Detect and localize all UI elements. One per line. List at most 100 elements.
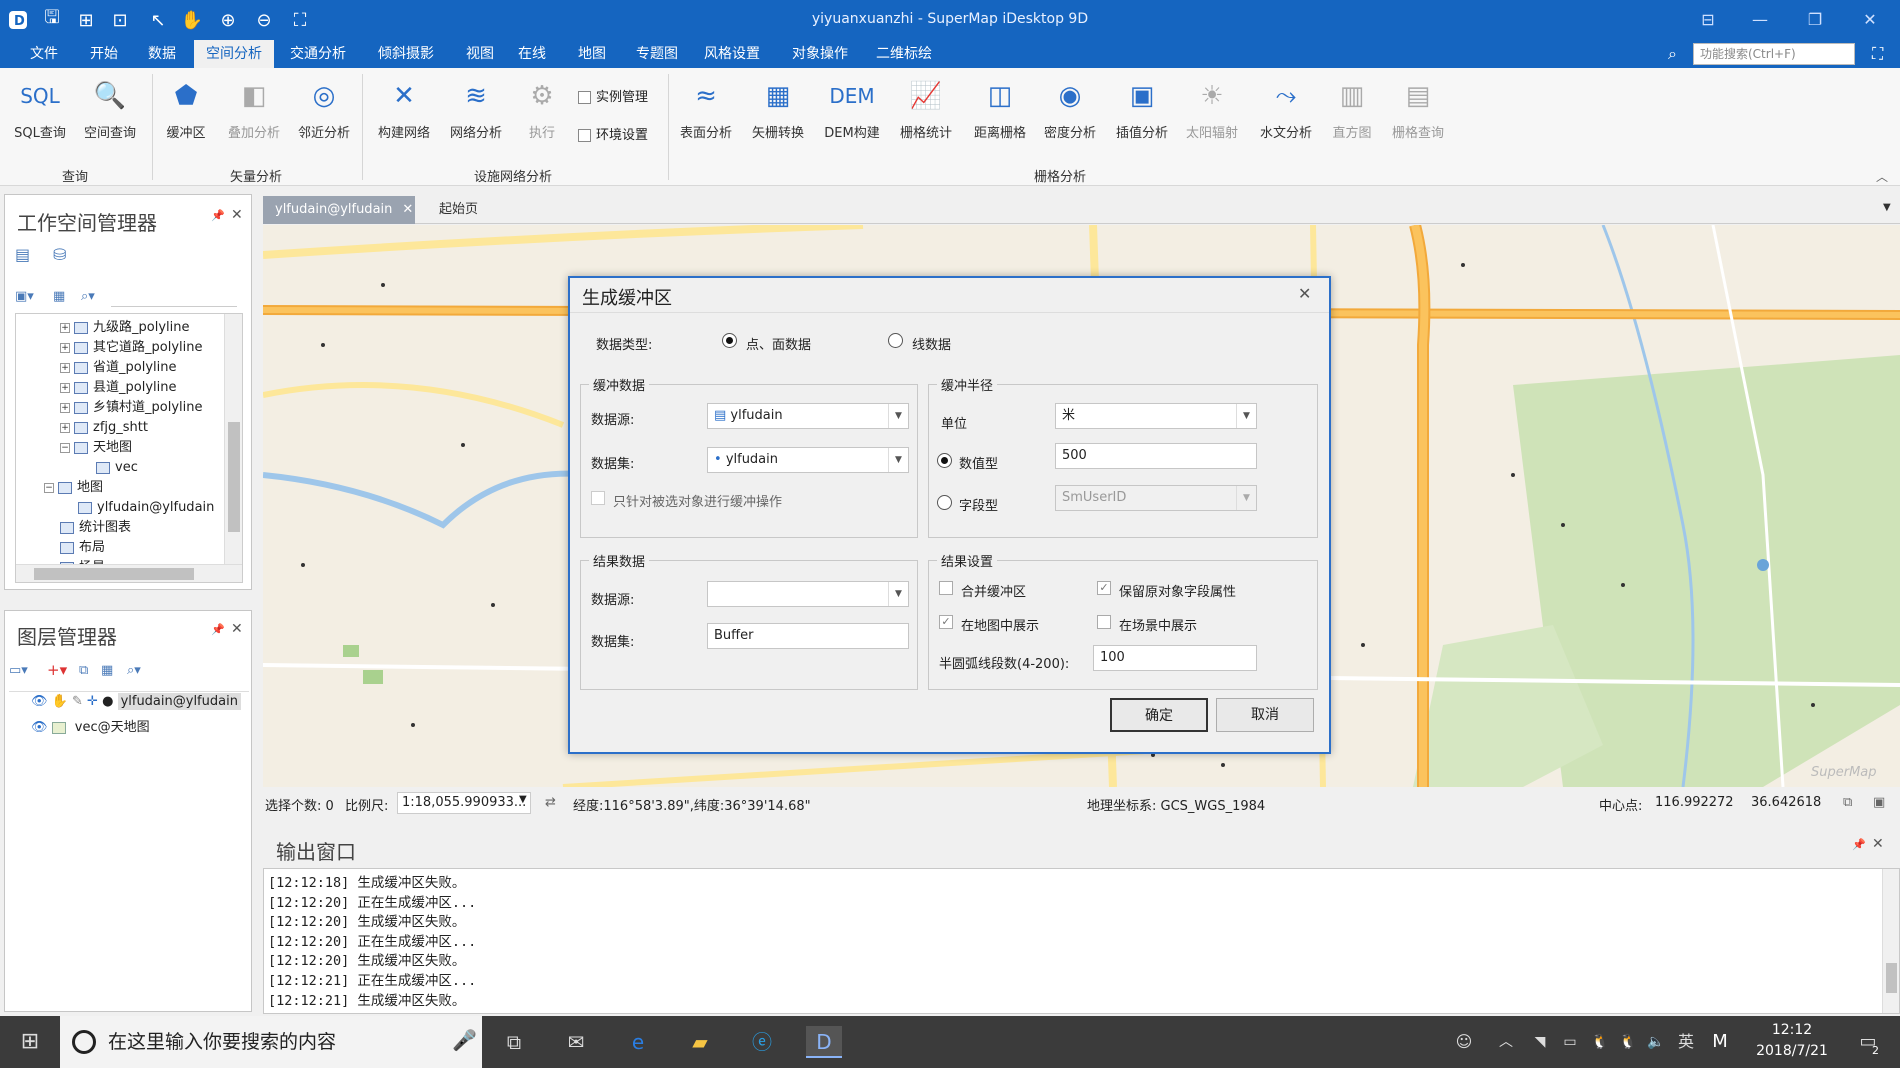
ribbon-button[interactable]: ☀ 太阳辐射: [1178, 76, 1246, 141]
ribbon-button[interactable]: ◉ 密度分析: [1036, 76, 1104, 141]
ribbon-button[interactable]: ✕ 构建网络: [370, 76, 438, 141]
ribbon-button[interactable]: ◫ 距离栅格: [966, 76, 1034, 141]
menu-item[interactable]: 地图: [566, 40, 618, 68]
copy-layer-icon[interactable]: ⧉: [79, 663, 88, 678]
taskbar-search[interactable]: 在这里输入你要搜索的内容: [60, 1016, 482, 1068]
close-output-icon[interactable]: ✕: [1872, 836, 1884, 852]
scale-dropdown-icon[interactable]: ▼: [519, 794, 527, 805]
layer-row[interactable]: 👁 ✋ ✎ ✛ ● ylfudain@ylfudain: [31, 693, 241, 710]
layer-find-icon[interactable]: ⌕▾: [127, 663, 141, 678]
open-icon[interactable]: ▣▾: [15, 289, 34, 304]
menu-item[interactable]: 风格设置: [692, 40, 772, 68]
radio-field[interactable]: [937, 495, 952, 510]
unit-select[interactable]: 米 ▼: [1055, 403, 1257, 429]
keep-fields-checkbox[interactable]: ✓: [1097, 581, 1111, 595]
menu-item[interactable]: 专题图: [624, 40, 690, 68]
ribbon-button[interactable]: DEM DEM构建: [818, 76, 886, 141]
find-icon[interactable]: ⌕▾: [81, 289, 95, 304]
show-scene-checkbox[interactable]: [1097, 615, 1111, 629]
menu-item[interactable]: 空间分析: [194, 40, 274, 68]
menu-item[interactable]: 数据: [136, 40, 188, 68]
result-dataset-input[interactable]: Buffer: [707, 623, 909, 649]
instance-manage-check[interactable]: 实例管理: [578, 86, 648, 105]
fullscreen-icon[interactable]: ⛶: [1872, 44, 1883, 64]
ribbon-button[interactable]: ≋ 网络分析: [442, 76, 510, 141]
segments-input[interactable]: 100: [1093, 645, 1257, 671]
edge-icon[interactable]: e: [620, 1026, 656, 1058]
tree-item[interactable]: 布局: [79, 540, 105, 555]
ribbon-button[interactable]: ⬟ 缓冲区: [152, 76, 220, 141]
dialog-close-icon[interactable]: ✕: [1298, 284, 1311, 303]
tree-item[interactable]: 省道_polyline: [93, 360, 176, 375]
ie-icon[interactable]: ⓔ: [744, 1026, 780, 1058]
start-icon[interactable]: ⊞: [12, 1026, 48, 1058]
layer-open-icon[interactable]: ▭▾: [9, 663, 28, 678]
menu-item[interactable]: 倾斜摄影: [366, 40, 446, 68]
tree-item[interactable]: ylfudain@ylfudain: [97, 500, 214, 515]
radio-point-region[interactable]: [722, 333, 737, 348]
radius-input[interactable]: 500: [1055, 443, 1257, 469]
merge-checkbox[interactable]: [939, 581, 953, 595]
ribbon-button[interactable]: SQL SQL查询: [6, 76, 74, 141]
env-settings-check[interactable]: 环境设置: [578, 124, 648, 143]
pin-icon[interactable]: 📌: [211, 209, 225, 222]
workspace-tab-icon[interactable]: ▤: [15, 245, 30, 264]
ok-button[interactable]: 确定: [1110, 698, 1208, 732]
tree-item[interactable]: 地图: [77, 480, 103, 495]
ribbon-button[interactable]: ▦ 矢栅转换: [744, 76, 812, 141]
menu-item[interactable]: 二维标绘: [864, 40, 944, 68]
menu-item[interactable]: 交通分析: [278, 40, 358, 68]
collapse-ribbon-icon[interactable]: ︿: [1876, 168, 1888, 185]
mic-icon[interactable]: 🎤: [452, 1028, 477, 1052]
tree-scrollbar[interactable]: [224, 314, 242, 564]
tree-item[interactable]: 县道_polyline: [93, 380, 176, 395]
people-icon[interactable]: ☺: [1446, 1026, 1482, 1058]
menu-item[interactable]: 在线: [506, 40, 558, 68]
ime-mode-icon[interactable]: M: [1702, 1026, 1738, 1058]
radio-numeric[interactable]: [937, 453, 952, 468]
ribbon-button[interactable]: 📈 栅格统计: [892, 76, 960, 141]
maximize-button[interactable]: ❐: [1795, 6, 1835, 34]
search-icon[interactable]: ⌕: [1668, 44, 1677, 64]
ribbon-button[interactable]: ▤ 栅格查询: [1384, 76, 1452, 141]
tree-item[interactable]: vec: [115, 460, 138, 475]
ribbon-button[interactable]: ◎ 邻近分析: [290, 76, 358, 141]
clock-date[interactable]: 2018/7/21: [1752, 1043, 1832, 1059]
cancel-button[interactable]: 取消: [1216, 698, 1314, 732]
layer-row[interactable]: 👁 vec@天地图: [31, 716, 150, 735]
close-panel-icon[interactable]: ✕: [231, 207, 243, 223]
resource-tab-icon[interactable]: ⛁: [53, 245, 66, 264]
ribbon-button[interactable]: ⤳ 水文分析: [1252, 76, 1320, 142]
ribbon-button[interactable]: 🔍 空间查询: [76, 76, 144, 141]
task-view-icon[interactable]: ⧉: [496, 1026, 532, 1058]
tree-item[interactable]: 其它道路_polyline: [93, 340, 202, 355]
output-scrollbar[interactable]: [1882, 869, 1899, 1013]
swap-icon[interactable]: ⇄: [545, 795, 556, 810]
minimize-button[interactable]: —: [1740, 6, 1780, 34]
menu-item[interactable]: 视图: [454, 40, 506, 68]
tree-item[interactable]: 天地图: [93, 440, 132, 455]
tab-map[interactable]: ylfudain@ylfudain ✕: [263, 196, 415, 224]
dataset-select[interactable]: • ylfudain ▼: [707, 447, 909, 473]
radio-line[interactable]: [888, 333, 903, 348]
ribbon-button[interactable]: ⚙ 执行: [508, 76, 576, 141]
explorer-icon[interactable]: ▰: [682, 1026, 718, 1058]
close-panel-icon[interactable]: ✕: [231, 621, 243, 637]
source-select[interactable]: ▤ ylfudain ▼: [707, 403, 909, 429]
scale-combo[interactable]: 1:18,055.990933...: [397, 792, 531, 814]
tree-item[interactable]: zfjg_shtt: [93, 420, 148, 435]
pin-icon[interactable]: 📌: [1852, 838, 1866, 851]
search-input[interactable]: 功能搜索(Ctrl+F): [1693, 43, 1855, 65]
menu-item[interactable]: 开始: [78, 40, 130, 68]
tree-item[interactable]: 九级路_polyline: [93, 320, 189, 335]
ime-indicator[interactable]: 英: [1668, 1026, 1704, 1058]
add-layer-icon[interactable]: +▾: [47, 661, 67, 679]
workspace-search-input[interactable]: [111, 287, 237, 307]
supermap-task-icon[interactable]: D: [806, 1026, 842, 1058]
notification-icon[interactable]: ▭: [1850, 1026, 1886, 1058]
tree-item[interactable]: 乡镇村道_polyline: [93, 400, 202, 415]
tab-dropdown-icon[interactable]: ▼: [1883, 202, 1891, 213]
close-button[interactable]: ✕: [1850, 6, 1890, 34]
pin-icon[interactable]: 📌: [211, 623, 225, 636]
menu-item[interactable]: 对象操作: [780, 40, 860, 68]
